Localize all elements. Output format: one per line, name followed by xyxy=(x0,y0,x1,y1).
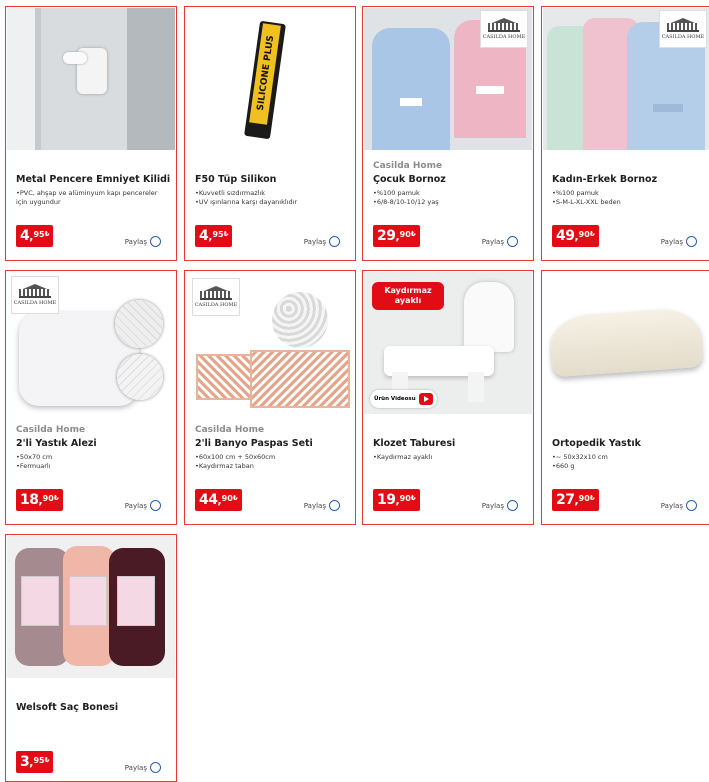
product-brand: Casilda Home xyxy=(16,425,86,435)
product-features: 50x70 cm Fermuarlı xyxy=(16,453,166,471)
product-card[interactable]: Ortopedik Yastık ~ 50x32x10 cm 660 g 27,… xyxy=(541,270,709,525)
price-tag: 44, 90 ₺ xyxy=(195,489,242,511)
share-button[interactable]: Paylaş xyxy=(125,762,161,773)
feature-item: 50x70 cm xyxy=(16,453,166,462)
product-title[interactable]: F50 Tüp Silikon xyxy=(195,174,276,185)
share-button[interactable]: Paylaş xyxy=(304,236,340,247)
product-title[interactable]: Klozet Taburesi xyxy=(373,438,455,449)
feature-item: 60x100 cm + 50x60cm xyxy=(195,453,345,462)
product-card[interactable]: Welsoft Saç Bonesi 3, 95 ₺ Paylaş xyxy=(5,534,177,782)
share-circle-icon xyxy=(329,236,340,247)
product-features: 60x100 cm + 50x60cm Kaydırmaz taban xyxy=(195,453,345,471)
product-card[interactable]: Metal Pencere Emniyet Kilidi PVC, ahşap … xyxy=(5,6,177,261)
product-image[interactable] xyxy=(543,272,709,414)
product-card[interactable]: CASILDA HOME Kadın-Erkek Bornoz %100 pam… xyxy=(541,6,709,261)
feature-badge: Kaydırmaz ayaklı xyxy=(372,282,444,310)
share-button[interactable]: Paylaş xyxy=(125,500,161,511)
share-circle-icon xyxy=(686,236,697,247)
share-button[interactable]: Paylaş xyxy=(661,236,697,247)
product-video-button[interactable]: Ürün Videosu xyxy=(370,390,437,408)
product-card[interactable]: SILICONE PLUS F50 Tüp Silikon Kuvvetli s… xyxy=(184,6,356,261)
share-circle-icon xyxy=(507,236,518,247)
share-circle-icon xyxy=(150,762,161,773)
product-card[interactable]: CASILDA HOME Casilda Home 2'li Yastık Al… xyxy=(5,270,177,525)
product-title[interactable]: Welsoft Saç Bonesi xyxy=(16,702,118,713)
share-button[interactable]: Paylaş xyxy=(125,236,161,247)
share-circle-icon xyxy=(507,500,518,511)
casilda-home-logo: CASILDA HOME xyxy=(659,10,707,48)
feature-item: %100 pamuk xyxy=(552,189,702,198)
product-features: ~ 50x32x10 cm 660 g xyxy=(552,453,702,471)
feature-item: PVC, ahşap ve alüminyum kapı pencereler … xyxy=(16,189,166,207)
product-card[interactable]: CASILDA HOME Casilda Home 2'li Banyo Pas… xyxy=(184,270,356,525)
product-image[interactable]: Kaydırmaz ayaklı Ürün Videosu xyxy=(364,272,532,414)
price-tag: 3, 95 ₺ xyxy=(16,751,54,773)
product-image[interactable] xyxy=(7,536,175,678)
casilda-home-logo: CASILDA HOME xyxy=(11,276,59,314)
product-title[interactable]: Metal Pencere Emniyet Kilidi xyxy=(16,174,170,185)
price-tag: 49, 90 ₺ xyxy=(552,225,599,247)
share-circle-icon xyxy=(150,236,161,247)
share-button[interactable]: Paylaş xyxy=(482,236,518,247)
play-icon xyxy=(418,393,433,405)
share-button[interactable]: Paylaş xyxy=(304,500,340,511)
feature-item: 6/8-8/10-10/12 yaş xyxy=(373,198,523,207)
feature-item: %100 pamuk xyxy=(373,189,523,198)
product-card[interactable]: Kaydırmaz ayaklı Ürün Videosu Klozet Tab… xyxy=(362,270,534,525)
feature-item: 660 g xyxy=(552,462,702,471)
feature-item: UV ışınlarına karşı dayanıklıdır xyxy=(195,198,345,207)
product-features: %100 pamuk 6/8-8/10-10/12 yaş xyxy=(373,189,523,207)
product-brand: Casilda Home xyxy=(373,161,443,171)
product-brand: Casilda Home xyxy=(195,425,265,435)
product-image[interactable] xyxy=(7,8,175,150)
price-tag: 18, 90 ₺ xyxy=(16,489,63,511)
feature-item: Fermuarlı xyxy=(16,462,166,471)
product-features: Kuvvetli sızdırmazlık UV ışınlarına karş… xyxy=(195,189,345,207)
price-tag: 29, 90 ₺ xyxy=(373,225,420,247)
product-features: Kaydırmaz ayaklı xyxy=(373,453,523,462)
feature-item: ~ 50x32x10 cm xyxy=(552,453,702,462)
product-card[interactable]: CASILDA HOME Casilda Home Çocuk Bornoz %… xyxy=(362,6,534,261)
product-title[interactable]: Ortopedik Yastık xyxy=(552,438,641,449)
price-tag: 27, 90 ₺ xyxy=(552,489,599,511)
casilda-home-logo: CASILDA HOME xyxy=(192,278,240,316)
product-image[interactable]: CASILDA HOME xyxy=(364,8,532,150)
price-tag: 19, 90 ₺ xyxy=(373,489,420,511)
share-button[interactable]: Paylaş xyxy=(482,500,518,511)
share-button[interactable]: Paylaş xyxy=(661,500,697,511)
product-title[interactable]: Çocuk Bornoz xyxy=(373,174,446,185)
product-title[interactable]: Kadın-Erkek Bornoz xyxy=(552,174,657,185)
product-title[interactable]: 2'li Yastık Alezi xyxy=(16,438,97,449)
feature-item: Kaydırmaz ayaklı xyxy=(373,453,523,462)
price-tag: 4, 95 ₺ xyxy=(195,225,233,247)
product-features: PVC, ahşap ve alüminyum kapı pencereler … xyxy=(16,189,166,207)
feature-item: S-M-L-XL-XXL beden xyxy=(552,198,702,207)
product-title[interactable]: 2'li Banyo Paspas Seti xyxy=(195,438,313,449)
share-circle-icon xyxy=(329,500,340,511)
product-image[interactable]: CASILDA HOME xyxy=(543,8,709,150)
product-image[interactable]: CASILDA HOME xyxy=(186,272,354,414)
share-circle-icon xyxy=(686,500,697,511)
feature-item: Kaydırmaz taban xyxy=(195,462,345,471)
feature-item: Kuvvetli sızdırmazlık xyxy=(195,189,345,198)
share-circle-icon xyxy=(150,500,161,511)
product-image[interactable]: CASILDA HOME xyxy=(7,272,175,414)
price-tag: 4, 95 ₺ xyxy=(16,225,54,247)
product-features: %100 pamuk S-M-L-XL-XXL beden xyxy=(552,189,702,207)
casilda-home-logo: CASILDA HOME xyxy=(480,10,528,48)
product-image[interactable]: SILICONE PLUS xyxy=(186,8,354,150)
